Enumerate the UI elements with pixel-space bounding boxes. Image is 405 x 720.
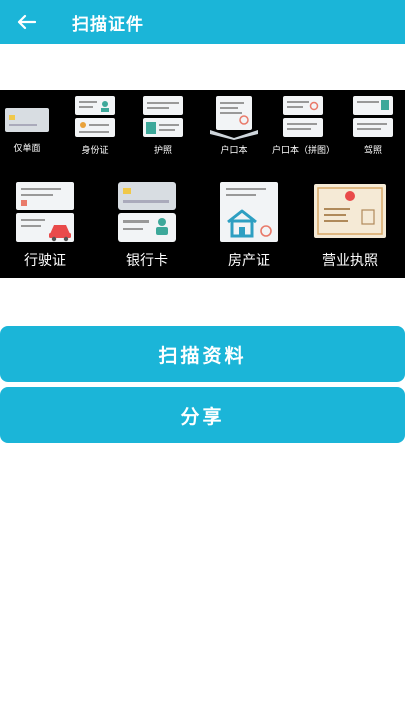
doc-type-passport[interactable]: 护照 [138, 94, 188, 156]
doc-type-driver-license[interactable]: 驾照 [348, 94, 398, 156]
doc-type-single-side[interactable]: 仅单面 [2, 102, 52, 154]
doc-type-household-register[interactable]: 户口本 [206, 94, 262, 156]
vehicle-license-icon [16, 182, 74, 242]
app-header: 扫描证件 [0, 0, 405, 44]
id-card-icon [75, 96, 115, 137]
doc-type-label: 身份证 [81, 146, 109, 156]
household-register-icon [210, 96, 258, 140]
doc-type-label: 户口本（拼图） [272, 146, 336, 156]
doc-type-bank-card[interactable]: 银行卡 [114, 180, 180, 269]
document-type-banner: 仅单面 身份证 护照 户口本 户口本（拼图） 驾照 行驶证 银行卡 房产证 营业… [0, 90, 405, 278]
doc-type-label: 户口本 [220, 146, 248, 156]
doc-type-label: 行驶证 [24, 253, 66, 269]
arrow-left-icon [17, 14, 36, 30]
back-button[interactable] [4, 0, 48, 44]
doc-type-property-certificate[interactable]: 房产证 [214, 180, 284, 269]
household-register-collage-icon [283, 96, 323, 137]
doc-type-label: 护照 [153, 146, 172, 156]
doc-type-vehicle-license[interactable]: 行驶证 [12, 180, 78, 269]
share-button[interactable]: 分享 [0, 387, 405, 443]
doc-type-id-card[interactable]: 身份证 [70, 94, 120, 156]
doc-type-label: 营业执照 [322, 253, 378, 269]
doc-type-label: 房产证 [228, 253, 270, 269]
property-certificate-icon [220, 182, 278, 242]
doc-type-label: 银行卡 [126, 253, 168, 269]
business-license-icon [314, 184, 386, 238]
doc-type-business-license[interactable]: 营业执照 [310, 180, 390, 269]
driver-license-icon [353, 96, 393, 137]
passport-icon [143, 96, 183, 137]
single-side-card-icon [5, 108, 49, 132]
doc-type-label: 仅单面 [13, 144, 41, 154]
bank-card-icon [118, 182, 176, 242]
scan-documents-button[interactable]: 扫描资料 [0, 326, 405, 382]
doc-type-label: 驾照 [363, 146, 382, 156]
page-title: 扫描证件 [72, 14, 144, 35]
doc-type-household-register-collage[interactable]: 户口本（拼图） [272, 94, 336, 156]
